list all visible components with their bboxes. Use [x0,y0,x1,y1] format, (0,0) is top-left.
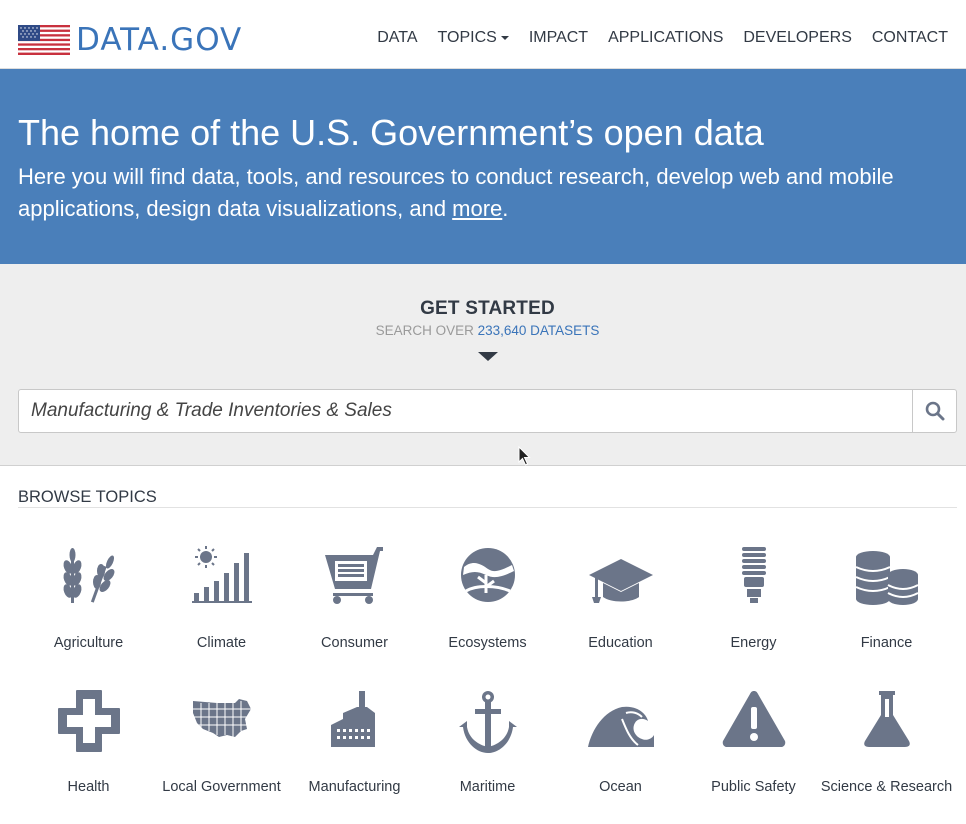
globe-tree-icon [460,548,515,602]
factory-icon [330,691,375,747]
hero-banner: The home of the U.S. Government’s open d… [0,69,966,264]
topic-label: Ecosystems [448,635,527,651]
top-navigation-bar: DATA.GOV DATA TOPICS IMPACT APPLICATIONS… [0,0,966,69]
sun-bar-chart-icon [191,546,252,603]
get-started-section: GET STARTED SEARCH OVER 233,640 DATASETS [0,264,966,466]
browse-topics-title: BROWSE TOPICS [18,488,157,506]
topic-label: Agriculture [53,635,124,651]
topic-label: Ocean [599,779,642,795]
nav-impact[interactable]: IMPACT [519,28,598,48]
topic-public-safety[interactable]: Public Safety [687,689,820,799]
topic-manufacturing[interactable]: Manufacturing [288,689,421,799]
triangle-down-icon [478,352,498,361]
warning-icon [722,691,785,747]
datasets-count-link[interactable]: 233,640 DATASETS [478,323,600,338]
divider [18,507,957,508]
hero-subtitle: Here you will find data, tools, and reso… [18,161,938,225]
cross-icon [57,690,120,752]
search-form [18,389,957,433]
anchor-icon [458,691,517,753]
topic-local-government[interactable]: Local Government [155,689,288,799]
topic-energy[interactable]: Energy [687,545,820,655]
us-map-icon [192,699,251,737]
topic-agriculture[interactable]: Agriculture [22,545,155,655]
lightbulb-icon [741,547,766,603]
logo-text: DATA.GOV [76,22,243,58]
topic-health[interactable]: Health [22,689,155,799]
nav-data[interactable]: DATA [367,28,427,48]
caret-down-icon [500,35,509,40]
topic-consumer[interactable]: Consumer [288,545,421,655]
shopping-cart-icon [324,547,383,604]
topic-label: Health [67,779,110,795]
get-started-title: GET STARTED [420,298,555,319]
graduation-cap-icon [588,559,653,603]
topic-climate[interactable]: Climate [155,545,288,655]
topic-label: Finance [860,635,913,651]
search-button[interactable] [912,390,956,432]
nav-developers[interactable]: DEVELOPERS [733,28,861,48]
topic-finance[interactable]: Finance [820,545,953,655]
topic-ecosystems[interactable]: Ecosystems [421,545,554,655]
nav-topics[interactable]: TOPICS [428,28,519,48]
search-over-text: SEARCH OVER [375,323,478,338]
mouse-cursor-icon [518,446,531,466]
hero-subtitle-period: . [502,196,509,221]
topic-label: Education [588,635,653,651]
topic-label: Science & Research [820,779,953,795]
topic-label: Energy [730,635,777,651]
topic-label: Local Government [162,779,281,795]
coins-icon [855,551,918,605]
nav-topics-label: TOPICS [437,29,497,46]
topic-science-research[interactable]: Science & Research [820,689,953,799]
search-icon [925,401,944,421]
topic-maritime[interactable]: Maritime [421,689,554,799]
topic-education[interactable]: Education [554,545,687,655]
topic-label: Manufacturing [308,779,401,795]
topic-label: Climate [196,635,247,651]
get-started-subtitle: SEARCH OVER 233,640 DATASETS [0,323,966,338]
topic-label: Maritime [459,779,516,795]
hero-title: The home of the U.S. Government’s open d… [18,112,764,153]
more-link[interactable]: more [452,196,502,221]
topic-ocean[interactable]: Ocean [554,689,687,799]
nav-applications[interactable]: APPLICATIONS [598,28,733,48]
flask-icon [863,691,910,747]
site-logo[interactable]: DATA.GOV [18,24,242,56]
search-input[interactable] [19,390,912,432]
wheat-icon [63,548,114,603]
topic-label: Consumer [321,635,388,651]
us-flag-icon [18,25,70,55]
nav-contact[interactable]: CONTACT [862,28,948,48]
main-nav: DATA TOPICS IMPACT APPLICATIONS DEVELOPE… [367,28,948,48]
topic-label: Public Safety [711,779,796,795]
wave-icon [587,706,654,747]
